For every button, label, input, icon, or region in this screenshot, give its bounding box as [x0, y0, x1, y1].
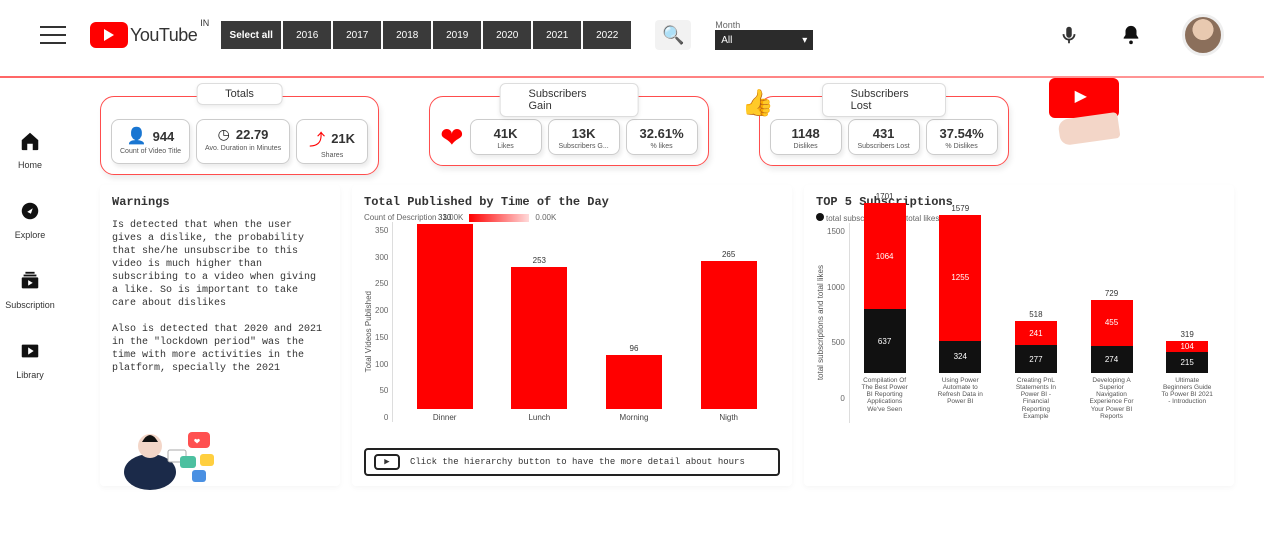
chevron-down-icon: ▾: [802, 35, 807, 46]
top5-bars[interactable]: 17016371064Compilation Of The Best Power…: [849, 223, 1222, 423]
kpi-pct-dislikes: 37.54% % Dislikes: [926, 119, 998, 155]
bar-dinner[interactable]: 330Dinner: [415, 213, 475, 422]
kpi-pct-likes: 32.61% % likes: [626, 119, 698, 155]
warnings-p1: Is detected that when the user gives a d…: [112, 219, 328, 310]
play-icon: ▶: [374, 454, 400, 470]
bar-area[interactable]: 330Dinner253Lunch96Morning265Nigth: [392, 222, 780, 422]
bar-nigth[interactable]: 265Nigth: [699, 250, 759, 422]
avatar[interactable]: [1182, 14, 1224, 56]
warnings-title: Warnings: [112, 195, 328, 211]
month-dropdown[interactable]: All ▾: [715, 30, 813, 50]
year-2019[interactable]: 2019: [433, 21, 481, 49]
month-value: All: [721, 35, 732, 46]
phone-illustration: [1029, 96, 1119, 166]
home-icon: [19, 130, 41, 158]
year-2016[interactable]: 2016: [283, 21, 331, 49]
sidebar-item-explore[interactable]: Explore: [15, 200, 46, 240]
thumb-down-icon: 👎: [742, 87, 774, 118]
top5-panel: TOP 5 Subscriptions total subscriptions …: [804, 185, 1234, 486]
kpi-subs-gain: 13K Subscribers G...: [548, 119, 620, 155]
kpi-card-gain: Subscribers Gain ❤ 41K Likes 13K Subscri…: [429, 96, 708, 166]
sidebar-item-subscription[interactable]: Subscription: [5, 270, 55, 310]
share-icon: ⤴: [309, 126, 325, 150]
top5-y-axis: 150010005000: [827, 223, 849, 423]
mic-icon[interactable]: [1058, 24, 1080, 46]
subscriptions-icon: [18, 270, 42, 298]
bell-icon[interactable]: [1120, 24, 1142, 46]
sidebar-item-home[interactable]: Home: [18, 130, 42, 170]
year-select-all[interactable]: Select all: [221, 21, 281, 49]
month-label: Month: [715, 20, 813, 30]
menu-icon[interactable]: [40, 26, 66, 44]
year-2022[interactable]: 2022: [583, 21, 631, 49]
year-2021[interactable]: 2021: [533, 21, 581, 49]
year-2017[interactable]: 2017: [333, 21, 381, 49]
library-icon: [19, 340, 41, 368]
clock-icon: ◷: [218, 126, 230, 143]
explore-icon: [19, 200, 41, 228]
play-icon: [90, 22, 128, 48]
warnings-p2: Also is detected that 2020 and 2021 in t…: [112, 323, 328, 375]
youtube-logo[interactable]: YouTube IN: [90, 22, 197, 48]
sidebar-label-library: Library: [16, 370, 44, 380]
kpi-shares: ⤴21K Shares: [296, 119, 368, 164]
bar-chart-panel: Total Published by Time of the Day Count…: [352, 185, 792, 486]
top5-bar-2[interactable]: 518277241Creating PnL Statements In Powe…: [1009, 310, 1063, 423]
year-2018[interactable]: 2018: [383, 21, 431, 49]
year-2020[interactable]: 2020: [483, 21, 531, 49]
kpi-title-gain: Subscribers Gain: [499, 83, 638, 117]
sidebar-item-library[interactable]: Library: [16, 340, 44, 380]
sidebar-label-home: Home: [18, 160, 42, 170]
warnings-panel: Warnings Is detected that when the user …: [100, 185, 340, 486]
logo-region: IN: [200, 18, 209, 28]
bar-morning[interactable]: 96Morning: [604, 344, 664, 422]
bar-y-axis: 350300250200150100500: [375, 222, 392, 442]
gradient-legend: [469, 214, 529, 222]
heart-icon: ❤: [440, 121, 463, 154]
bar-chart-title: Total Published by Time of the Day: [364, 195, 780, 209]
bar-lunch[interactable]: 253Lunch: [509, 256, 569, 422]
bar-y-label: Total Vídeos Published: [364, 291, 373, 372]
kpi-card-lost: Subscribers Lost 👎 1148 Dislikes 431 Sub…: [759, 96, 1009, 166]
top5-bar-0[interactable]: 17016371064Compilation Of The Best Power…: [858, 192, 912, 423]
top5-y-label: total subscriptions and total likes: [816, 265, 825, 380]
kpi-subs-lost: 431 Subscribers Lost: [848, 119, 920, 155]
top5-bar-4[interactable]: 319215104Ultimate Beginners Guide To Pow…: [1160, 330, 1214, 423]
hierarchy-hint[interactable]: ▶ Click the hierarchy button to have the…: [364, 448, 780, 476]
sidebar-label-explore: Explore: [15, 230, 46, 240]
kpi-count-videos: 👤944 Count of Video Title: [111, 119, 190, 164]
year-slicer[interactable]: Select all 2016 2017 2018 2019 2020 2021…: [221, 21, 631, 49]
kpi-title-totals: Totals: [196, 83, 283, 105]
top5-bar-1[interactable]: 15793241255Using Power Automate to Refre…: [933, 204, 987, 423]
kpi-card-totals: Totals 👤944 Count of Video Title ◷22.79 …: [100, 96, 379, 175]
kpi-title-lost: Subscribers Lost: [822, 83, 946, 117]
sidebar-label-subscription: Subscription: [5, 300, 55, 310]
person-icon: 👤: [127, 126, 147, 146]
kpi-likes: 41K Likes: [470, 119, 542, 155]
logo-text: YouTube: [130, 25, 197, 46]
kpi-avg-duration: ◷22.79 Avo. Duration in Minutes: [196, 119, 290, 164]
search-icon[interactable]: 🔍: [655, 20, 691, 50]
svg-text:❤: ❤: [194, 437, 200, 448]
top5-bar-3[interactable]: 729274455Developing A Superior Navigatio…: [1085, 289, 1139, 423]
kpi-dislikes: 1148 Dislikes: [770, 119, 842, 155]
chat-illustration: ❤: [120, 412, 230, 492]
